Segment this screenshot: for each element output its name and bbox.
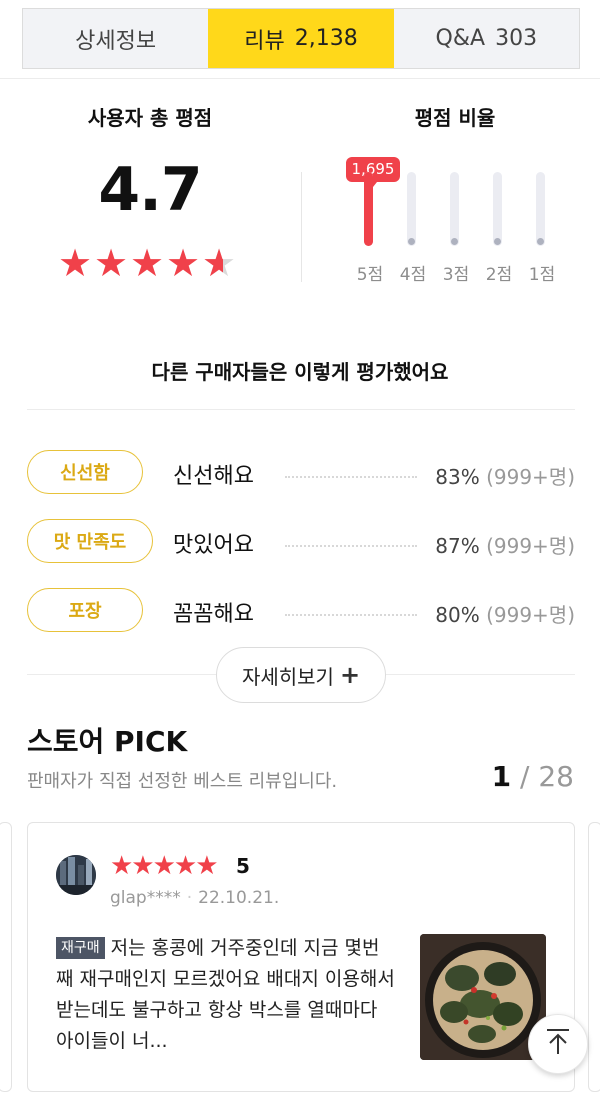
respondent-count: (999+명) bbox=[486, 534, 575, 558]
distribution-bar bbox=[493, 172, 502, 246]
average-score: 4.7 bbox=[98, 155, 202, 225]
distribution-label: 1점 bbox=[528, 265, 556, 285]
distribution-bar bbox=[450, 172, 459, 246]
view-details-button[interactable]: 자세히보기 + bbox=[216, 647, 386, 703]
review-meta: glap**** · 22.10.21. bbox=[110, 888, 279, 908]
tab-qna[interactable]: Q&A 303 bbox=[394, 9, 579, 68]
meta-separator: · bbox=[186, 888, 193, 908]
rating-ratio-title: 평점 비율 bbox=[414, 106, 496, 130]
evaluation-tag: 맛 만족도 bbox=[27, 519, 153, 563]
average-star-rating: ★★★★★ bbox=[58, 243, 248, 283]
star-icon: ★ bbox=[166, 241, 201, 285]
evaluation-percent: 87% (999+명) bbox=[435, 530, 575, 559]
total-rating-title: 사용자 총 평점 bbox=[87, 106, 213, 130]
empty-dot bbox=[537, 238, 544, 245]
dotted-leader bbox=[285, 545, 417, 547]
review-card[interactable]: ★★★★★ 5 glap**** · 22.10.21. 재구매 저는 홍콩에 거주중… bbox=[27, 822, 575, 1092]
view-details-label: 자세히보기 bbox=[241, 664, 334, 689]
next-review-card[interactable] bbox=[588, 822, 600, 1092]
pager-current: 1 bbox=[491, 760, 512, 793]
evaluation-text: 꼼꼼해요 bbox=[173, 602, 254, 627]
respondent-count: (999+명) bbox=[486, 465, 575, 489]
distribution-bar bbox=[364, 172, 373, 246]
tab-qna-label: Q&A bbox=[435, 26, 486, 51]
evaluation-percent: 80% (999+명) bbox=[435, 599, 575, 628]
distribution-2: 2점 bbox=[477, 150, 517, 290]
prev-review-card[interactable] bbox=[0, 822, 12, 1092]
percent-value: 80% bbox=[435, 603, 480, 627]
evaluation-text: 신선해요 bbox=[173, 464, 254, 489]
evaluation-percent: 83% (999+명) bbox=[435, 461, 575, 490]
store-pick-subtitle: 판매자가 직접 선정한 베스트 리뷰입니다. bbox=[27, 771, 338, 792]
rating-distribution: 1,695 5점 4점 3점 2점 1점 bbox=[340, 150, 570, 290]
arrow-up-to-line-icon bbox=[545, 1028, 571, 1060]
section-divider bbox=[27, 409, 575, 410]
repurchase-badge: 재구매 bbox=[56, 937, 105, 959]
distribution-label: 3점 bbox=[442, 265, 470, 285]
others-rating-title: 다른 구매자들은 이렇게 평가했어요 bbox=[151, 360, 449, 384]
tab-divider bbox=[0, 78, 600, 79]
empty-dot bbox=[451, 238, 458, 245]
respondent-count: (999+명) bbox=[486, 603, 575, 627]
percent-value: 83% bbox=[435, 465, 480, 489]
evaluation-tag: 포장 bbox=[27, 588, 143, 632]
empty-dot bbox=[408, 238, 415, 245]
evaluation-row: 포장 꼼꼼해요 80% (999+명) bbox=[27, 588, 575, 634]
star-icon: ★ bbox=[94, 241, 129, 285]
distribution-3: 3점 bbox=[434, 150, 474, 290]
half-star-icon: ★ bbox=[202, 243, 238, 283]
distribution-bar bbox=[536, 172, 545, 246]
review-text: 저는 홍콩에 거주중인데 지금 몇번째 재구매인지 모르겠어요 배대지 이용해서… bbox=[56, 937, 395, 1052]
evaluation-tag: 신선함 bbox=[27, 450, 143, 494]
avatar bbox=[56, 855, 96, 895]
distribution-4: 4점 bbox=[391, 150, 431, 290]
distribution-label: 5점 bbox=[356, 265, 384, 285]
reviewer-id: glap**** bbox=[110, 888, 181, 908]
distribution-bar bbox=[407, 172, 416, 246]
tab-reviews[interactable]: 리뷰 2,138 bbox=[208, 9, 394, 68]
empty-dot bbox=[494, 238, 501, 245]
tab-detail-info-label: 상세정보 bbox=[75, 28, 157, 54]
dotted-leader bbox=[285, 476, 417, 478]
dotted-leader bbox=[285, 614, 417, 616]
distribution-1: 1점 bbox=[520, 150, 560, 290]
tab-detail-info[interactable]: 상세정보 bbox=[23, 9, 208, 68]
distribution-fill bbox=[364, 172, 373, 246]
distribution-label: 4점 bbox=[399, 265, 427, 285]
review-date: 22.10.21. bbox=[198, 888, 280, 908]
distribution-label: 2점 bbox=[485, 265, 513, 285]
summary-divider bbox=[301, 172, 302, 282]
distribution-5: 1,695 5점 bbox=[346, 150, 400, 290]
tab-qna-count: 303 bbox=[495, 26, 538, 51]
evaluation-row: 맛 만족도 맛있어요 87% (999+명) bbox=[27, 519, 575, 565]
review-text-block: 재구매 저는 홍콩에 거주중인데 지금 몇번째 재구매인지 모르겠어요 배대지 이… bbox=[56, 933, 396, 1057]
pager-total: 28 bbox=[538, 760, 574, 793]
star-icon: ★ bbox=[130, 241, 165, 285]
review-star-rating: ★★★★★ bbox=[110, 851, 219, 881]
review-score: 5 bbox=[236, 854, 250, 878]
plus-icon: + bbox=[339, 661, 361, 689]
review-tab-bar: 상세정보 리뷰 2,138 Q&A 303 bbox=[22, 8, 580, 69]
tab-reviews-label: 리뷰 bbox=[244, 28, 285, 54]
pager-separator: / bbox=[520, 760, 530, 793]
scroll-to-top-button[interactable] bbox=[528, 1014, 588, 1074]
store-pick-title: 스토어 PICK bbox=[27, 725, 188, 758]
evaluation-row: 신선함 신선해요 83% (999+명) bbox=[27, 450, 575, 496]
pick-pager: 1 / 28 bbox=[492, 760, 574, 793]
tab-reviews-count: 2,138 bbox=[294, 26, 358, 51]
evaluation-text: 맛있어요 bbox=[173, 533, 254, 558]
star-icon: ★ bbox=[58, 241, 93, 285]
percent-value: 87% bbox=[435, 534, 480, 558]
